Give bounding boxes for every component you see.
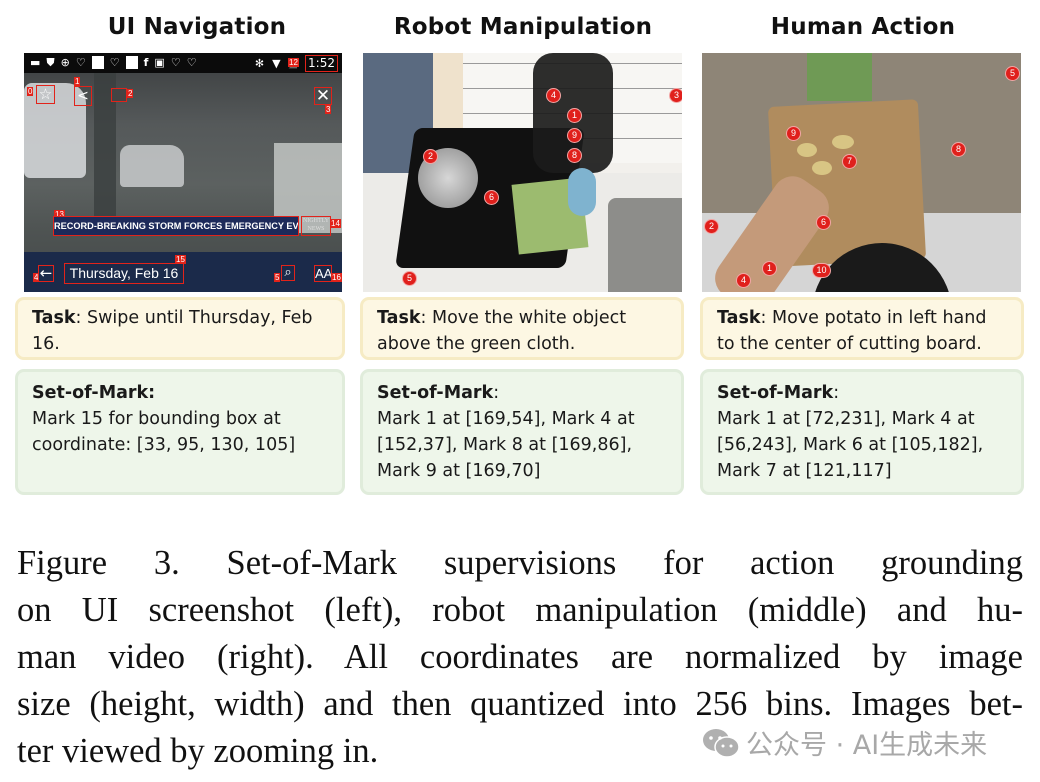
som-label: Set-of-Mark — [377, 383, 494, 403]
som-mark-5: 5 — [274, 273, 281, 282]
watermark-text: 公众号 · AI生成未来 — [746, 730, 988, 761]
som-mark-9: 9 — [567, 128, 582, 143]
som-mark-5: 5 — [402, 271, 417, 286]
human-action-photo: 1 2 4 5 6 7 8 9 10 — [702, 53, 1021, 292]
som-text: Mark 1 at [72,231], Mark 4 at [56,243], … — [717, 409, 984, 481]
search-button[interactable]: ⌕ — [281, 265, 295, 281]
share-icon: < — [77, 88, 89, 104]
font-size-button[interactable]: AA — [314, 265, 332, 282]
robot-manipulation-photo: 1 2 3 4 5 6 8 9 — [363, 53, 682, 292]
som-mark-2: 2 — [704, 219, 719, 234]
bulb-icon: ♡ — [170, 56, 181, 69]
potato — [832, 135, 854, 149]
panel-title-robot-manipulation: Robot Manipulation — [393, 14, 653, 40]
som-label: Set-of-Mark: — [32, 383, 156, 403]
status-time: 1:52 — [305, 55, 338, 72]
panel-title-human-action: Human Action — [770, 14, 956, 40]
som-text: Mark 1 at [169,54], Mark 4 at [152,37], … — [377, 409, 635, 481]
wifi-icon: ▼ — [272, 57, 281, 70]
som-mark-3: 3 — [325, 105, 332, 114]
headline-banner: RECORD-BREAKING STORM FORCES EMERGENCY E… — [53, 216, 299, 236]
task-box-robot-manipulation: Task: Move the white object above the gr… — [360, 297, 684, 360]
bulb-icon: ♡ — [109, 56, 120, 69]
som-colon: : — [833, 383, 840, 403]
som-mark-2: 2 — [127, 89, 134, 98]
som-mark-7: 7 — [842, 154, 857, 169]
som-mark-8: 8 — [951, 142, 966, 157]
som-box-human-action: Set-of-Mark: Mark 1 at [72,231], Mark 4 … — [700, 369, 1024, 495]
som-mark-6: 6 — [816, 215, 831, 230]
back-button[interactable]: ← — [38, 265, 54, 282]
shield-icon: ⛊ — [46, 56, 55, 69]
comment-button[interactable] — [111, 88, 127, 102]
star-icon: ☆ — [38, 85, 53, 103]
facebook-icon: f — [143, 56, 149, 69]
search-icon: ⌕ — [284, 265, 292, 280]
car-middle — [120, 145, 184, 187]
caption-line: Figure 3. Set-of-Mark supervisions for a… — [17, 544, 1023, 582]
message-icon: ▬ — [30, 56, 41, 69]
som-mark-1: 1 — [567, 108, 582, 123]
som-mark-1: 1 — [74, 77, 81, 86]
herbs-bag — [807, 53, 872, 101]
status-icons: ▬ ⛊ ⊕ ♡ ♡ f ▣ ♡ ♡ — [30, 56, 197, 70]
panel-title-ui-navigation: UI Navigation — [107, 14, 287, 40]
bluetooth-icon: ✻ — [254, 57, 265, 70]
som-mark-9: 9 — [786, 126, 801, 141]
share-button[interactable]: < — [74, 86, 92, 106]
close-icon: ✕ — [315, 86, 331, 106]
date-navbar: 4 ← 15 Thursday, Feb 16 5 ⌕ AA 16 — [24, 252, 342, 292]
som-mark-5: 5 — [1005, 66, 1020, 81]
som-mark-14: 14 — [330, 219, 341, 228]
caption-line: on UI screenshot (left), robot manipulat… — [17, 591, 1023, 629]
ui-screenshot: ▬ ⛊ ⊕ ♡ ♡ f ▣ ♡ ♡ ✻ ▼ ◢ 1:52 12 0 ☆ 1 < … — [24, 53, 342, 292]
som-heading: Set-of-Mark: — [377, 380, 667, 406]
game-icon: ▣ — [154, 56, 165, 69]
sink — [608, 198, 682, 292]
bulb-icon: ♡ — [186, 56, 197, 69]
som-mark-3: 3 — [669, 88, 682, 103]
caption-line: size (height, width) and then quantized … — [17, 685, 1023, 723]
som-mark-12: 12 — [288, 58, 299, 67]
close-button[interactable]: ✕ — [314, 87, 332, 105]
som-colon: : — [493, 383, 500, 403]
som-mark-8: 8 — [567, 148, 582, 163]
potato — [797, 143, 817, 157]
task-label: Task — [32, 308, 76, 328]
som-mark-1: 1 — [762, 261, 777, 276]
som-mark-10: 10 — [812, 263, 831, 278]
date-label[interactable]: Thursday, Feb 16 — [64, 263, 184, 284]
watermark: 公众号 · AI生成未来 — [702, 723, 987, 762]
som-label: Set-of-Mark — [717, 383, 834, 403]
square-icon — [125, 56, 138, 69]
som-text: Mark 15 for bounding box at coordinate: … — [32, 409, 296, 455]
caption-line: man video (right). All coordinates are n… — [17, 638, 1023, 676]
som-mark-2: 2 — [423, 149, 438, 164]
som-box-robot-manipulation: Set-of-Mark: Mark 1 at [169,54], Mark 4 … — [360, 369, 684, 495]
back-arrow-icon: ← — [39, 264, 53, 282]
news-logo: NIGHTLY NEWS — [301, 216, 331, 236]
task-label: Task — [717, 308, 761, 328]
square-icon — [91, 56, 104, 69]
som-mark-0: 0 — [27, 87, 34, 96]
bulb-icon: ♡ — [75, 56, 86, 69]
som-box-ui-navigation: Set-of-Mark: Mark 15 for bounding box at… — [15, 369, 345, 495]
task-label: Task — [377, 308, 421, 328]
star-button[interactable]: ☆ — [36, 85, 55, 104]
task-box-ui-navigation: Task: Swipe until Thursday, Feb 16. — [15, 297, 345, 360]
som-mark-4: 4 — [546, 88, 561, 103]
status-bar: ▬ ⛊ ⊕ ♡ ♡ f ▣ ♡ ♡ ✻ ▼ ◢ 1:52 12 — [24, 53, 342, 73]
som-mark-16: 16 — [331, 273, 342, 282]
potato — [812, 161, 832, 175]
som-mark-6: 6 — [484, 190, 499, 205]
som-heading: Set-of-Mark: — [717, 380, 1007, 406]
task-box-human-action: Task: Move potato in left hand to the ce… — [700, 297, 1024, 360]
download-icon: ⊕ — [60, 56, 70, 69]
wechat-icon — [703, 728, 740, 758]
white-object — [568, 168, 596, 216]
som-mark-4: 4 — [736, 273, 751, 288]
